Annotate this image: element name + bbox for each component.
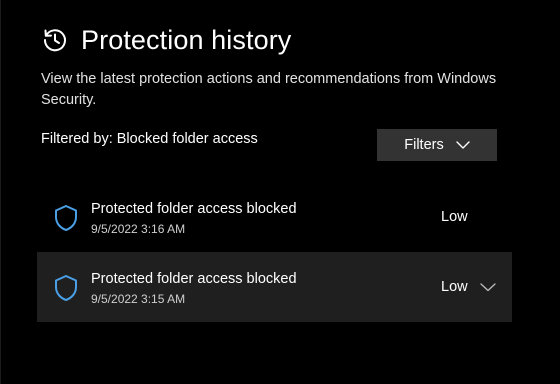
filters-button[interactable]: Filters [377,129,497,161]
shield-icon [53,274,79,302]
protection-history-list: Protected folder access blocked 9/5/2022… [37,182,512,322]
item-title: Protected folder access blocked [91,201,297,217]
shield-icon [53,204,79,232]
page-description: View the latest protection actions and r… [41,71,497,108]
chevron-down-icon [456,138,470,152]
list-item[interactable]: Protected folder access blocked 9/5/2022… [37,252,512,322]
list-item[interactable]: Protected folder access blocked 9/5/2022… [37,182,512,252]
page-header: Protection history [41,22,291,58]
protection-history-page: Protection history View the latest prote… [0,0,560,384]
item-title: Protected folder access blocked [91,271,297,287]
severity-label: Low [441,279,468,295]
page-title: Protection history [81,24,292,55]
expand-chevron-icon[interactable] [479,280,497,294]
item-date: 9/5/2022 3:16 AM [91,222,186,236]
history-icon [41,26,69,54]
filters-button-label: Filters [404,137,444,153]
filter-label: Filtered by: Blocked folder access [41,131,258,147]
severity-label: Low [441,209,468,225]
item-date: 9/5/2022 3:15 AM [91,292,186,306]
